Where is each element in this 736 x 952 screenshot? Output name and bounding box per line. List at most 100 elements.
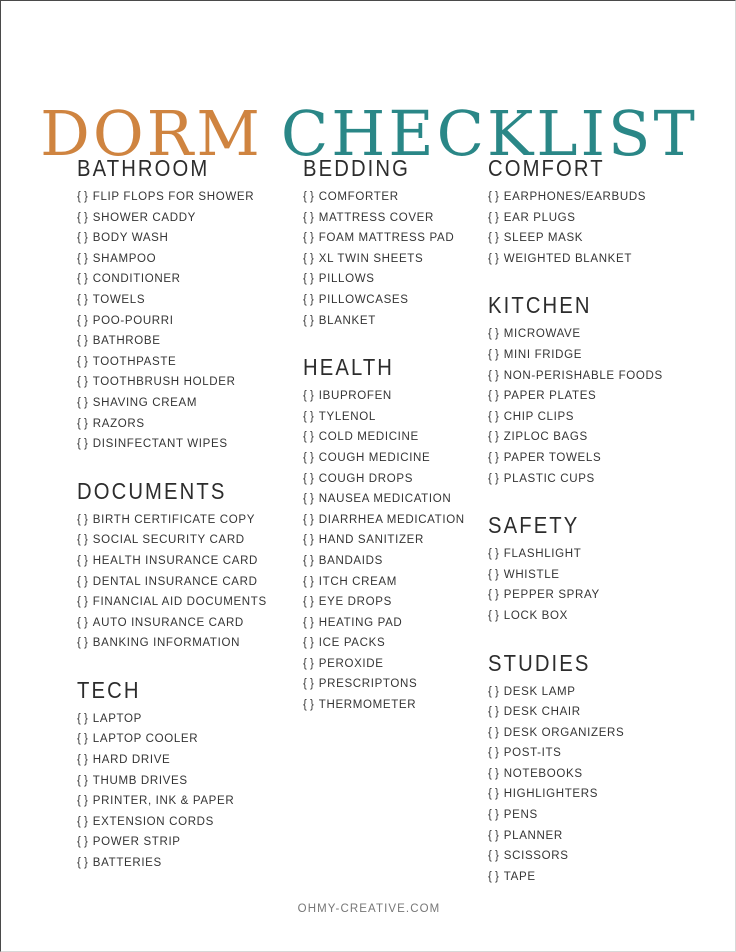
checkbox-brace-icon[interactable]: { } — [303, 406, 319, 427]
checkbox-brace-icon[interactable]: { } — [488, 385, 504, 406]
checkbox-brace-icon[interactable]: { } — [77, 632, 93, 653]
checklist-item[interactable]: { } PLASTIC CUPS — [488, 468, 683, 489]
checklist-item[interactable]: { } RAZORS — [77, 413, 277, 434]
checklist-item[interactable]: { } PRESCRIPTONS — [303, 673, 475, 694]
checkbox-brace-icon[interactable]: { } — [303, 550, 319, 571]
checkbox-brace-icon[interactable]: { } — [77, 207, 93, 228]
checkbox-brace-icon[interactable]: { } — [488, 804, 504, 825]
checklist-item[interactable]: { } HAND SANITIZER — [303, 529, 475, 550]
checklist-item[interactable]: { } NOTEBOOKS — [488, 763, 683, 784]
checklist-item[interactable]: { } COUGH DROPS — [303, 468, 475, 489]
checkbox-brace-icon[interactable]: { } — [488, 447, 504, 468]
checkbox-brace-icon[interactable]: { } — [77, 529, 93, 550]
checkbox-brace-icon[interactable]: { } — [77, 509, 93, 530]
checklist-item[interactable]: { } MINI FRIDGE — [488, 344, 683, 365]
checkbox-brace-icon[interactable]: { } — [488, 365, 504, 386]
checklist-item[interactable]: { } COLD MEDICINE — [303, 426, 475, 447]
checklist-item[interactable]: { } BLANKET — [303, 310, 475, 331]
checklist-item[interactable]: { } FOAM MATTRESS PAD — [303, 227, 475, 248]
checklist-item[interactable]: { } PAPER TOWELS — [488, 447, 683, 468]
checklist-item[interactable]: { } PILLOWS — [303, 268, 475, 289]
checkbox-brace-icon[interactable]: { } — [77, 413, 93, 434]
checkbox-brace-icon[interactable]: { } — [303, 673, 319, 694]
checkbox-brace-icon[interactable]: { } — [77, 550, 93, 571]
checklist-item[interactable]: { } COUGH MEDICINE — [303, 447, 475, 468]
checkbox-brace-icon[interactable]: { } — [303, 310, 319, 331]
checkbox-brace-icon[interactable]: { } — [488, 426, 504, 447]
checkbox-brace-icon[interactable]: { } — [77, 330, 93, 351]
checkbox-brace-icon[interactable]: { } — [303, 591, 319, 612]
checklist-item[interactable]: { } AUTO INSURANCE CARD — [77, 612, 277, 633]
checkbox-brace-icon[interactable]: { } — [77, 268, 93, 289]
checklist-item[interactable]: { } ZIPLOC BAGS — [488, 426, 683, 447]
checkbox-brace-icon[interactable]: { } — [488, 468, 504, 489]
checklist-item[interactable]: { } EXTENSION CORDS — [77, 811, 277, 832]
checklist-item[interactable]: { } SHOWER CADDY — [77, 207, 277, 228]
checkbox-brace-icon[interactable]: { } — [488, 227, 504, 248]
checkbox-brace-icon[interactable]: { } — [488, 248, 504, 269]
checkbox-brace-icon[interactable]: { } — [303, 529, 319, 550]
checklist-item[interactable]: { } XL TWIN SHEETS — [303, 248, 475, 269]
checklist-item[interactable]: { } FLIP FLOPS FOR SHOWER — [77, 186, 277, 207]
checkbox-brace-icon[interactable]: { } — [488, 584, 504, 605]
checklist-item[interactable]: { } SCISSORS — [488, 845, 683, 866]
checklist-item[interactable]: { } NON-PERISHABLE FOODS — [488, 365, 683, 386]
checkbox-brace-icon[interactable]: { } — [77, 770, 93, 791]
checklist-item[interactable]: { } EARPHONES/EARBUDS — [488, 186, 683, 207]
checkbox-brace-icon[interactable]: { } — [488, 701, 504, 722]
checkbox-brace-icon[interactable]: { } — [303, 653, 319, 674]
checkbox-brace-icon[interactable]: { } — [488, 763, 504, 784]
checklist-item[interactable]: { } DESK CHAIR — [488, 701, 683, 722]
checkbox-brace-icon[interactable]: { } — [488, 825, 504, 846]
checkbox-brace-icon[interactable]: { } — [77, 186, 93, 207]
checklist-item[interactable]: { } ICE PACKS — [303, 632, 475, 653]
checklist-item[interactable]: { } LAPTOP COOLER — [77, 728, 277, 749]
checklist-item[interactable]: { } BODY WASH — [77, 227, 277, 248]
checkbox-brace-icon[interactable]: { } — [303, 289, 319, 310]
checklist-item[interactable]: { } TAPE — [488, 866, 683, 887]
checkbox-brace-icon[interactable]: { } — [77, 227, 93, 248]
checkbox-brace-icon[interactable]: { } — [488, 543, 504, 564]
checkbox-brace-icon[interactable]: { } — [488, 564, 504, 585]
checklist-item[interactable]: { } EYE DROPS — [303, 591, 475, 612]
checklist-item[interactable]: { } TOWELS — [77, 289, 277, 310]
checklist-item[interactable]: { } HEALTH INSURANCE CARD — [77, 550, 277, 571]
checklist-item[interactable]: { } CONDITIONER — [77, 268, 277, 289]
checklist-item[interactable]: { } BIRTH CERTIFICATE COPY — [77, 509, 277, 530]
checklist-item[interactable]: { } PRINTER, INK & PAPER — [77, 790, 277, 811]
checklist-item[interactable]: { } SHAMPOO — [77, 248, 277, 269]
checklist-item[interactable]: { } BANDAIDS — [303, 550, 475, 571]
checkbox-brace-icon[interactable]: { } — [488, 742, 504, 763]
checklist-item[interactable]: { } MICROWAVE — [488, 323, 683, 344]
checklist-item[interactable]: { } DESK ORGANIZERS — [488, 722, 683, 743]
checklist-item[interactable]: { } DESK LAMP — [488, 681, 683, 702]
checkbox-brace-icon[interactable]: { } — [303, 207, 319, 228]
checkbox-brace-icon[interactable]: { } — [488, 207, 504, 228]
checklist-item[interactable]: { } SOCIAL SECURITY CARD — [77, 529, 277, 550]
checklist-item[interactable]: { } EAR PLUGS — [488, 207, 683, 228]
checklist-item[interactable]: { } IBUPROFEN — [303, 385, 475, 406]
checklist-item[interactable]: { } THUMB DRIVES — [77, 770, 277, 791]
checkbox-brace-icon[interactable]: { } — [303, 694, 319, 715]
checkbox-brace-icon[interactable]: { } — [77, 728, 93, 749]
checkbox-brace-icon[interactable]: { } — [77, 591, 93, 612]
checkbox-brace-icon[interactable]: { } — [77, 790, 93, 811]
checkbox-brace-icon[interactable]: { } — [77, 371, 93, 392]
checklist-item[interactable]: { } SLEEP MASK — [488, 227, 683, 248]
checkbox-brace-icon[interactable]: { } — [77, 433, 93, 454]
checkbox-brace-icon[interactable]: { } — [488, 783, 504, 804]
checklist-item[interactable]: { } WEIGHTED BLANKET — [488, 248, 683, 269]
checklist-item[interactable]: { } THERMOMETER — [303, 694, 475, 715]
checkbox-brace-icon[interactable]: { } — [303, 488, 319, 509]
checklist-item[interactable]: { } PLANNER — [488, 825, 683, 846]
checklist-item[interactable]: { } MATTRESS COVER — [303, 207, 475, 228]
checklist-item[interactable]: { } DIARRHEA MEDICATION — [303, 509, 475, 530]
checkbox-brace-icon[interactable]: { } — [488, 681, 504, 702]
checkbox-brace-icon[interactable]: { } — [77, 612, 93, 633]
checklist-item[interactable]: { } POST-ITS — [488, 742, 683, 763]
checklist-item[interactable]: { } TOOTHBRUSH HOLDER — [77, 371, 277, 392]
checkbox-brace-icon[interactable]: { } — [77, 351, 93, 372]
checklist-item[interactable]: { } CHIP CLIPS — [488, 406, 683, 427]
checklist-item[interactable]: { } DENTAL INSURANCE CARD — [77, 571, 277, 592]
checkbox-brace-icon[interactable]: { } — [303, 571, 319, 592]
